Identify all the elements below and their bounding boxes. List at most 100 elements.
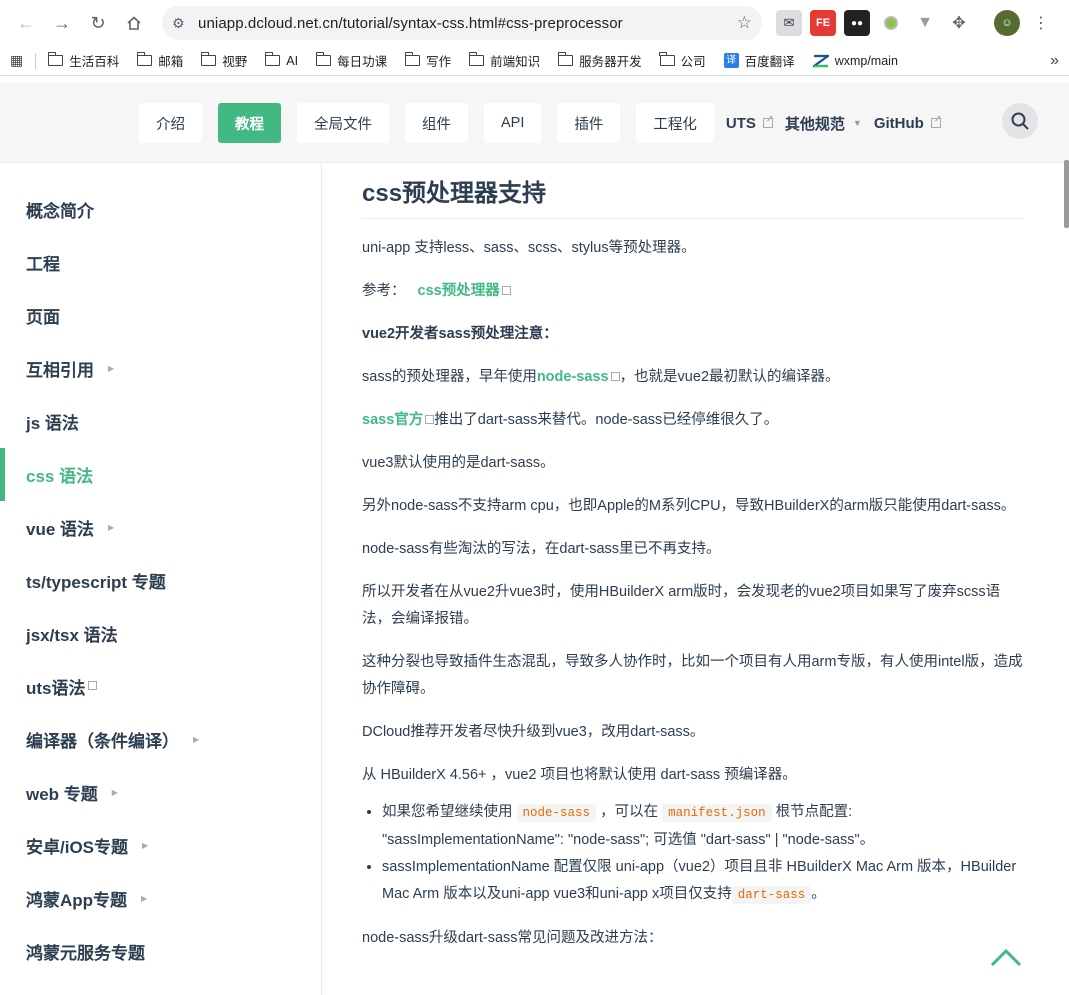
paragraph: uni-app 支持less、sass、scss、stylus等预处理器。 bbox=[362, 240, 696, 256]
expand-arrow-icon[interactable]: ▶ bbox=[141, 894, 147, 903]
bookmark-folder[interactable]: 邮箱 bbox=[136, 51, 183, 70]
expand-arrow-icon[interactable]: ▶ bbox=[108, 364, 114, 373]
address-bar[interactable]: ⚙ uniapp.dcloud.net.cn/tutorial/syntax-c… bbox=[162, 6, 762, 40]
expand-arrow-icon[interactable]: ▶ bbox=[112, 788, 118, 797]
inline-code: dart-sass bbox=[731, 886, 812, 904]
folder-icon bbox=[136, 52, 153, 66]
external-link-icon bbox=[762, 114, 773, 128]
sidebar-list: 概念简介 工程 页面 互相引用 ▶ js 语法 css 语法 vue 语法 ▶ ts/typesc… bbox=[0, 183, 321, 978]
bookmarks-bar: ▦ 生活百科 邮箱 视野 AI 每日功课 写作 前端知识 服务器开发 公司 译百… bbox=[0, 46, 1069, 76]
bookmark-folder[interactable]: 公司 bbox=[659, 51, 706, 70]
sidebar-item[interactable]: 页面 bbox=[0, 289, 321, 342]
expand-arrow-icon[interactable]: ▶ bbox=[108, 523, 114, 532]
chevron-up-icon bbox=[990, 948, 1022, 967]
extension-tampermonkey-icon[interactable]: ●● bbox=[844, 10, 870, 36]
search-button[interactable] bbox=[1002, 103, 1038, 139]
bookmark-folder[interactable]: 服务器开发 bbox=[557, 51, 642, 70]
extensions-puzzle-icon[interactable]: ✥ bbox=[946, 10, 972, 36]
sidebar-item[interactable]: jsx/tsx 语法 bbox=[0, 607, 321, 660]
sidebar-item[interactable]: ts/typescript 专题 bbox=[0, 554, 321, 607]
translate-icon: 译 bbox=[723, 53, 739, 68]
article: css预处理器支持 uni-app 支持less、sass、scss、stylu… bbox=[362, 163, 1024, 952]
bookmark-folder[interactable]: 生活百科 bbox=[47, 51, 119, 70]
bookmark-folder[interactable]: 每日功课 bbox=[315, 51, 387, 70]
sidebar-item[interactable]: 鸿蒙App专题 ▶ bbox=[0, 872, 321, 925]
link-sass-official[interactable]: sass官方 bbox=[362, 412, 423, 428]
nav-plugins[interactable]: 插件 bbox=[557, 103, 621, 143]
paragraph: sass的预处理器，早年使用node-sass ，也就是vue2最初默认的编译器。 bbox=[362, 369, 840, 385]
browser-menu-icon[interactable]: ⋮ bbox=[1028, 10, 1054, 36]
sidebar-item[interactable]: uts语法 bbox=[0, 660, 321, 713]
nav-engineering[interactable]: 工程化 bbox=[636, 103, 714, 143]
link-node-sass[interactable]: node-sass bbox=[537, 369, 609, 385]
nav-components[interactable]: 组件 bbox=[405, 103, 468, 143]
sidebar-item[interactable]: 鸿蒙元服务专题 bbox=[0, 925, 321, 978]
url-text[interactable]: uniapp.dcloud.net.cn/tutorial/syntax-css… bbox=[198, 15, 737, 32]
extension-green-dot-icon[interactable] bbox=[878, 10, 904, 36]
wxmp-logo-icon bbox=[810, 54, 832, 68]
sidebar-item[interactable]: js 语法 bbox=[0, 395, 321, 448]
site-header: 介绍 教程 全局文件 组件 API 插件 工程化 UTS 其他规范▼ GitHu… bbox=[0, 83, 1069, 163]
external-link-icon bbox=[610, 371, 620, 381]
sidebar-item[interactable]: 编译器（条件编译） ▶ bbox=[0, 713, 321, 766]
link-css-preprocessor[interactable]: css预处理器 bbox=[418, 283, 500, 299]
caret-down-icon: ▼ bbox=[852, 118, 862, 128]
sidebar-item[interactable]: web 专题 ▶ bbox=[0, 766, 321, 819]
nav-other-specs[interactable]: 其他规范 ▼ bbox=[785, 113, 862, 134]
expand-arrow-icon[interactable]: ▶ bbox=[193, 735, 199, 744]
home-icon[interactable] bbox=[116, 5, 152, 41]
folder-icon bbox=[404, 52, 421, 66]
list-item: sassImplementationName 配置仅限 uni-app（vue2… bbox=[382, 854, 1024, 909]
folder-icon bbox=[200, 52, 217, 66]
apps-grid-icon[interactable]: ▦ bbox=[10, 52, 23, 69]
bookmarks-overflow-icon[interactable]: » bbox=[1050, 52, 1059, 70]
paragraph: 这种分裂也导致插件生态混乱，导致多人协作时，比如一个项目有人用arm专版，有人使… bbox=[362, 654, 1023, 697]
note-title: vue2开发者sass预处理注意： bbox=[362, 326, 558, 342]
back-to-top-button[interactable] bbox=[989, 945, 1023, 969]
inline-code: manifest.json bbox=[662, 804, 772, 822]
folder-icon bbox=[468, 52, 485, 66]
profile-avatar[interactable]: ☺ bbox=[994, 10, 1020, 36]
inline-code: node-sass bbox=[516, 804, 597, 822]
bookmark-folder[interactable]: 写作 bbox=[404, 51, 451, 70]
page-scrollbar[interactable] bbox=[1064, 160, 1069, 228]
extension-mail-icon[interactable]: ✉ bbox=[776, 10, 802, 36]
bookmark-star-icon[interactable]: ☆ bbox=[737, 13, 752, 33]
sidebar-item[interactable]: css 语法 bbox=[0, 448, 321, 501]
bookmark-wxmp[interactable]: wxmp/main bbox=[810, 54, 898, 68]
nav-github[interactable]: GitHub bbox=[874, 114, 942, 132]
page-title: css预处理器支持 bbox=[362, 163, 1024, 219]
sidebar-item[interactable]: 安卓/iOS专题 ▶ bbox=[0, 819, 321, 872]
sidebar-item[interactable]: 概念简介 bbox=[0, 183, 321, 236]
search-icon bbox=[1011, 112, 1029, 130]
paragraph: 所以开发者在从vue2升vue3时，使用HBuilderX arm版时，会发现老… bbox=[362, 584, 1001, 627]
reference-line: 参考： css预处理器 bbox=[362, 278, 1024, 305]
forward-icon[interactable]: → bbox=[44, 5, 80, 41]
sidebar-item[interactable]: 工程 bbox=[0, 236, 321, 289]
extension-vue-icon[interactable]: ▼ bbox=[912, 10, 938, 36]
sidebar-item[interactable]: vue 语法 ▶ bbox=[0, 501, 321, 554]
nav-api[interactable]: API bbox=[484, 103, 542, 143]
folder-icon bbox=[659, 52, 675, 66]
top-nav: 介绍 教程 全局文件 组件 API 插件 工程化 UTS 其他规范▼ GitHu… bbox=[139, 103, 941, 143]
folder-icon bbox=[264, 52, 281, 66]
sidebar: 概念简介 工程 页面 互相引用 ▶ js 语法 css 语法 vue 语法 ▶ ts/typesc… bbox=[0, 163, 322, 995]
bookmark-folder[interactable]: AI bbox=[264, 52, 298, 68]
nav-global-files[interactable]: 全局文件 bbox=[297, 103, 389, 143]
extension-fe-icon[interactable]: FE bbox=[810, 10, 836, 36]
external-link-icon bbox=[87, 681, 97, 690]
bookmark-folder[interactable]: 前端知识 bbox=[468, 51, 540, 70]
reload-icon[interactable]: ↻ bbox=[80, 5, 116, 41]
paragraph: sass官方 推出了dart-sass来替代。node-sass已经停维很久了。 bbox=[362, 412, 779, 428]
folder-icon bbox=[47, 52, 64, 66]
bookmark-folder[interactable]: 视野 bbox=[200, 51, 247, 70]
nav-intro[interactable]: 介绍 bbox=[139, 103, 202, 143]
sidebar-item[interactable]: 互相引用 ▶ bbox=[0, 342, 321, 395]
site-info-icon[interactable]: ⚙ bbox=[172, 15, 198, 32]
nav-tutorial[interactable]: 教程 bbox=[218, 103, 281, 143]
back-icon[interactable]: ← bbox=[8, 5, 44, 41]
bookmark-baidu-translate[interactable]: 译百度翻译 bbox=[723, 51, 795, 70]
expand-arrow-icon[interactable]: ▶ bbox=[142, 841, 148, 850]
paragraph: 从 HBuilderX 4.56+ ，vue2 项目也将默认使用 dart-sa… bbox=[362, 767, 797, 783]
nav-uts[interactable]: UTS bbox=[726, 114, 774, 132]
